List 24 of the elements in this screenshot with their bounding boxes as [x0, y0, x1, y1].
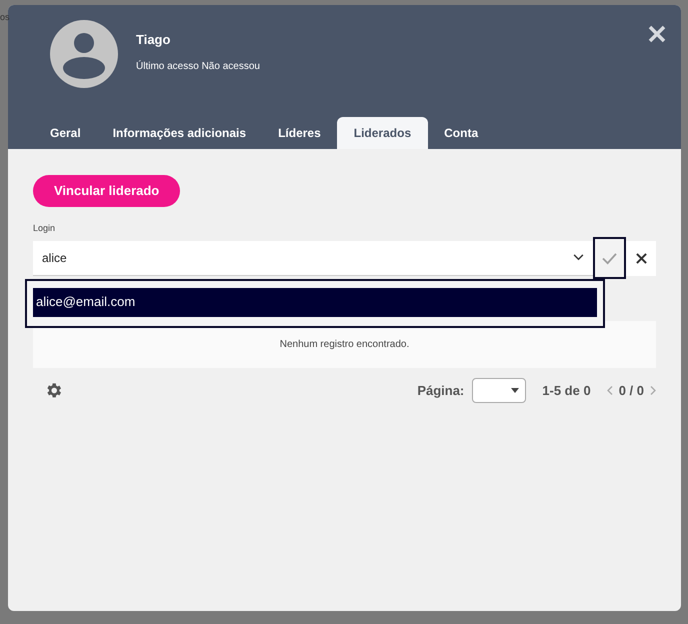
tab[interactable]: Conta [428, 117, 494, 149]
field-label: Login [33, 222, 56, 235]
login-field[interactable]: alice [33, 240, 593, 276]
tab[interactable]: Geral [34, 117, 97, 149]
page-count: 0 / 0 [618, 382, 644, 400]
avatar-icon [50, 20, 118, 88]
page-label: Página: [417, 382, 464, 400]
link-button[interactable]: Vincular liderado [33, 175, 180, 207]
tab[interactable]: Informações adicionais [96, 117, 262, 149]
check-icon [602, 252, 617, 264]
tab[interactable]: Líderes [262, 117, 337, 149]
clear-button[interactable] [626, 240, 656, 276]
close-icon[interactable] [647, 24, 667, 44]
chevron-down-icon [573, 254, 584, 261]
suggestion-item[interactable]: alice@email.com [33, 288, 597, 316]
tab[interactable]: Liderados [336, 117, 428, 149]
caret-icon [511, 388, 520, 393]
last-access-text: Último acesso Não acessou [136, 59, 260, 74]
empty-message: Nenhum registro encontrado. [280, 338, 410, 352]
confirm-button[interactable] [593, 237, 626, 279]
page-range: 1-5 de 0 [542, 382, 591, 400]
background-text: os [0, 13, 10, 22]
user-name: Tiago [136, 30, 172, 49]
clear-icon [636, 252, 646, 264]
